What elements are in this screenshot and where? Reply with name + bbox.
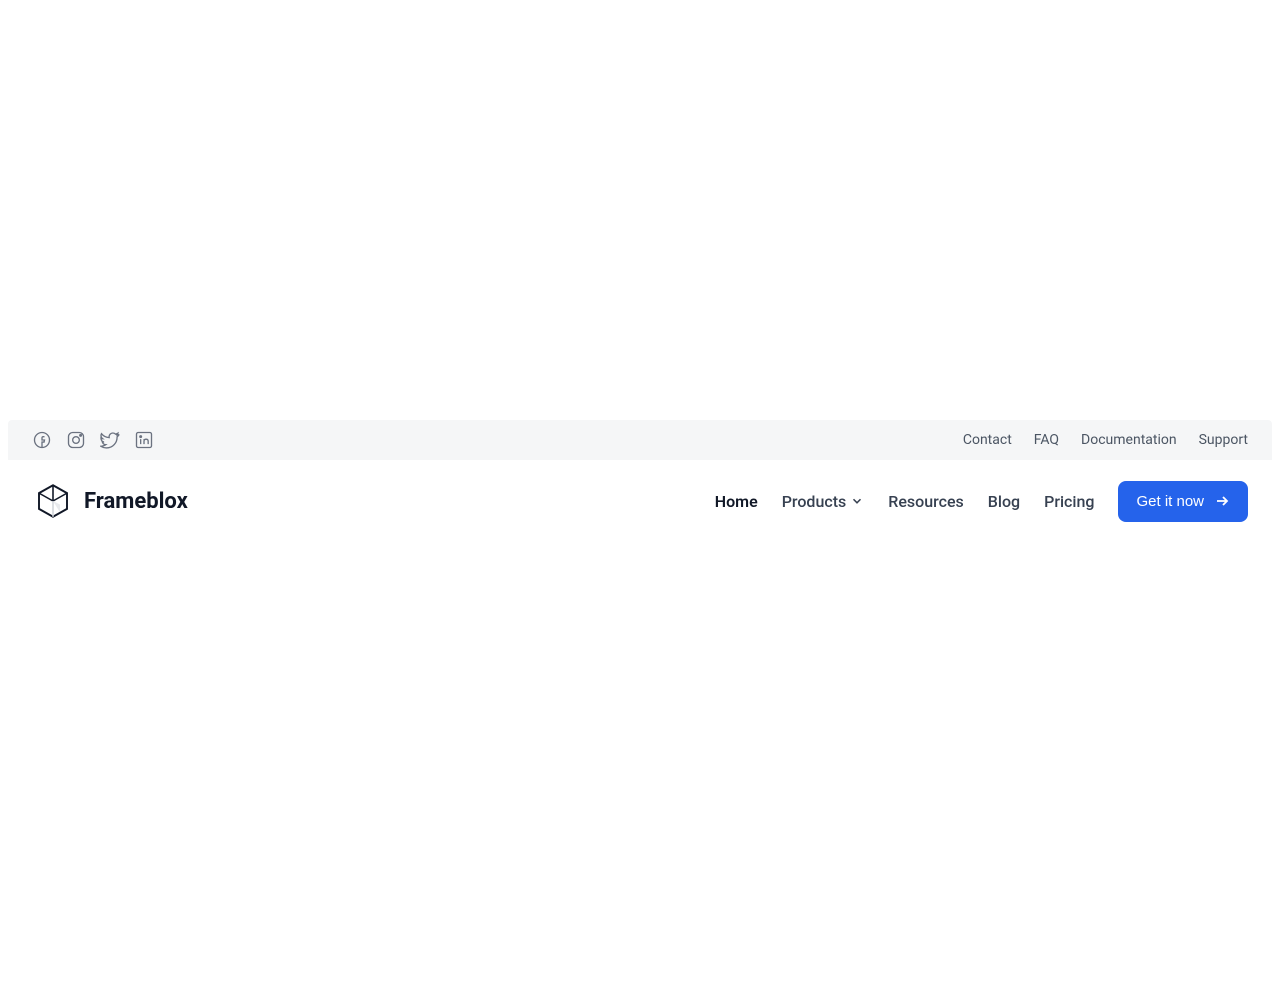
contact-link[interactable]: Contact xyxy=(963,432,1012,448)
facebook-icon[interactable] xyxy=(32,430,52,450)
support-link[interactable]: Support xyxy=(1199,432,1248,448)
brand-name: Frameblox xyxy=(84,489,188,514)
nav-products-label: Products xyxy=(782,492,847,511)
chevron-down-icon xyxy=(850,494,864,508)
cube-icon xyxy=(32,480,74,522)
top-bar: Contact FAQ Documentation Support xyxy=(8,420,1272,460)
nav-resources[interactable]: Resources xyxy=(888,492,964,511)
nav-items: Home Products Resources Blog Pricing Get… xyxy=(715,481,1248,522)
nav-blog[interactable]: Blog xyxy=(988,492,1020,511)
documentation-link[interactable]: Documentation xyxy=(1081,432,1177,448)
arrow-right-icon xyxy=(1214,493,1230,509)
cta-label: Get it now xyxy=(1136,493,1204,510)
linkedin-icon[interactable] xyxy=(134,430,154,450)
nav-pricing[interactable]: Pricing xyxy=(1044,492,1094,511)
social-icons xyxy=(32,430,154,450)
faq-link[interactable]: FAQ xyxy=(1034,432,1059,448)
header-wrapper: Contact FAQ Documentation Support Frameb… xyxy=(8,420,1272,542)
instagram-icon[interactable] xyxy=(66,430,86,450)
top-links: Contact FAQ Documentation Support xyxy=(963,432,1248,448)
nav-products[interactable]: Products xyxy=(782,492,865,511)
brand-logo[interactable]: Frameblox xyxy=(32,480,188,522)
nav-home[interactable]: Home xyxy=(715,492,758,511)
twitter-icon[interactable] xyxy=(100,430,120,450)
get-it-now-button[interactable]: Get it now xyxy=(1118,481,1248,522)
main-nav: Frameblox Home Products Resources Blog P… xyxy=(8,460,1272,542)
